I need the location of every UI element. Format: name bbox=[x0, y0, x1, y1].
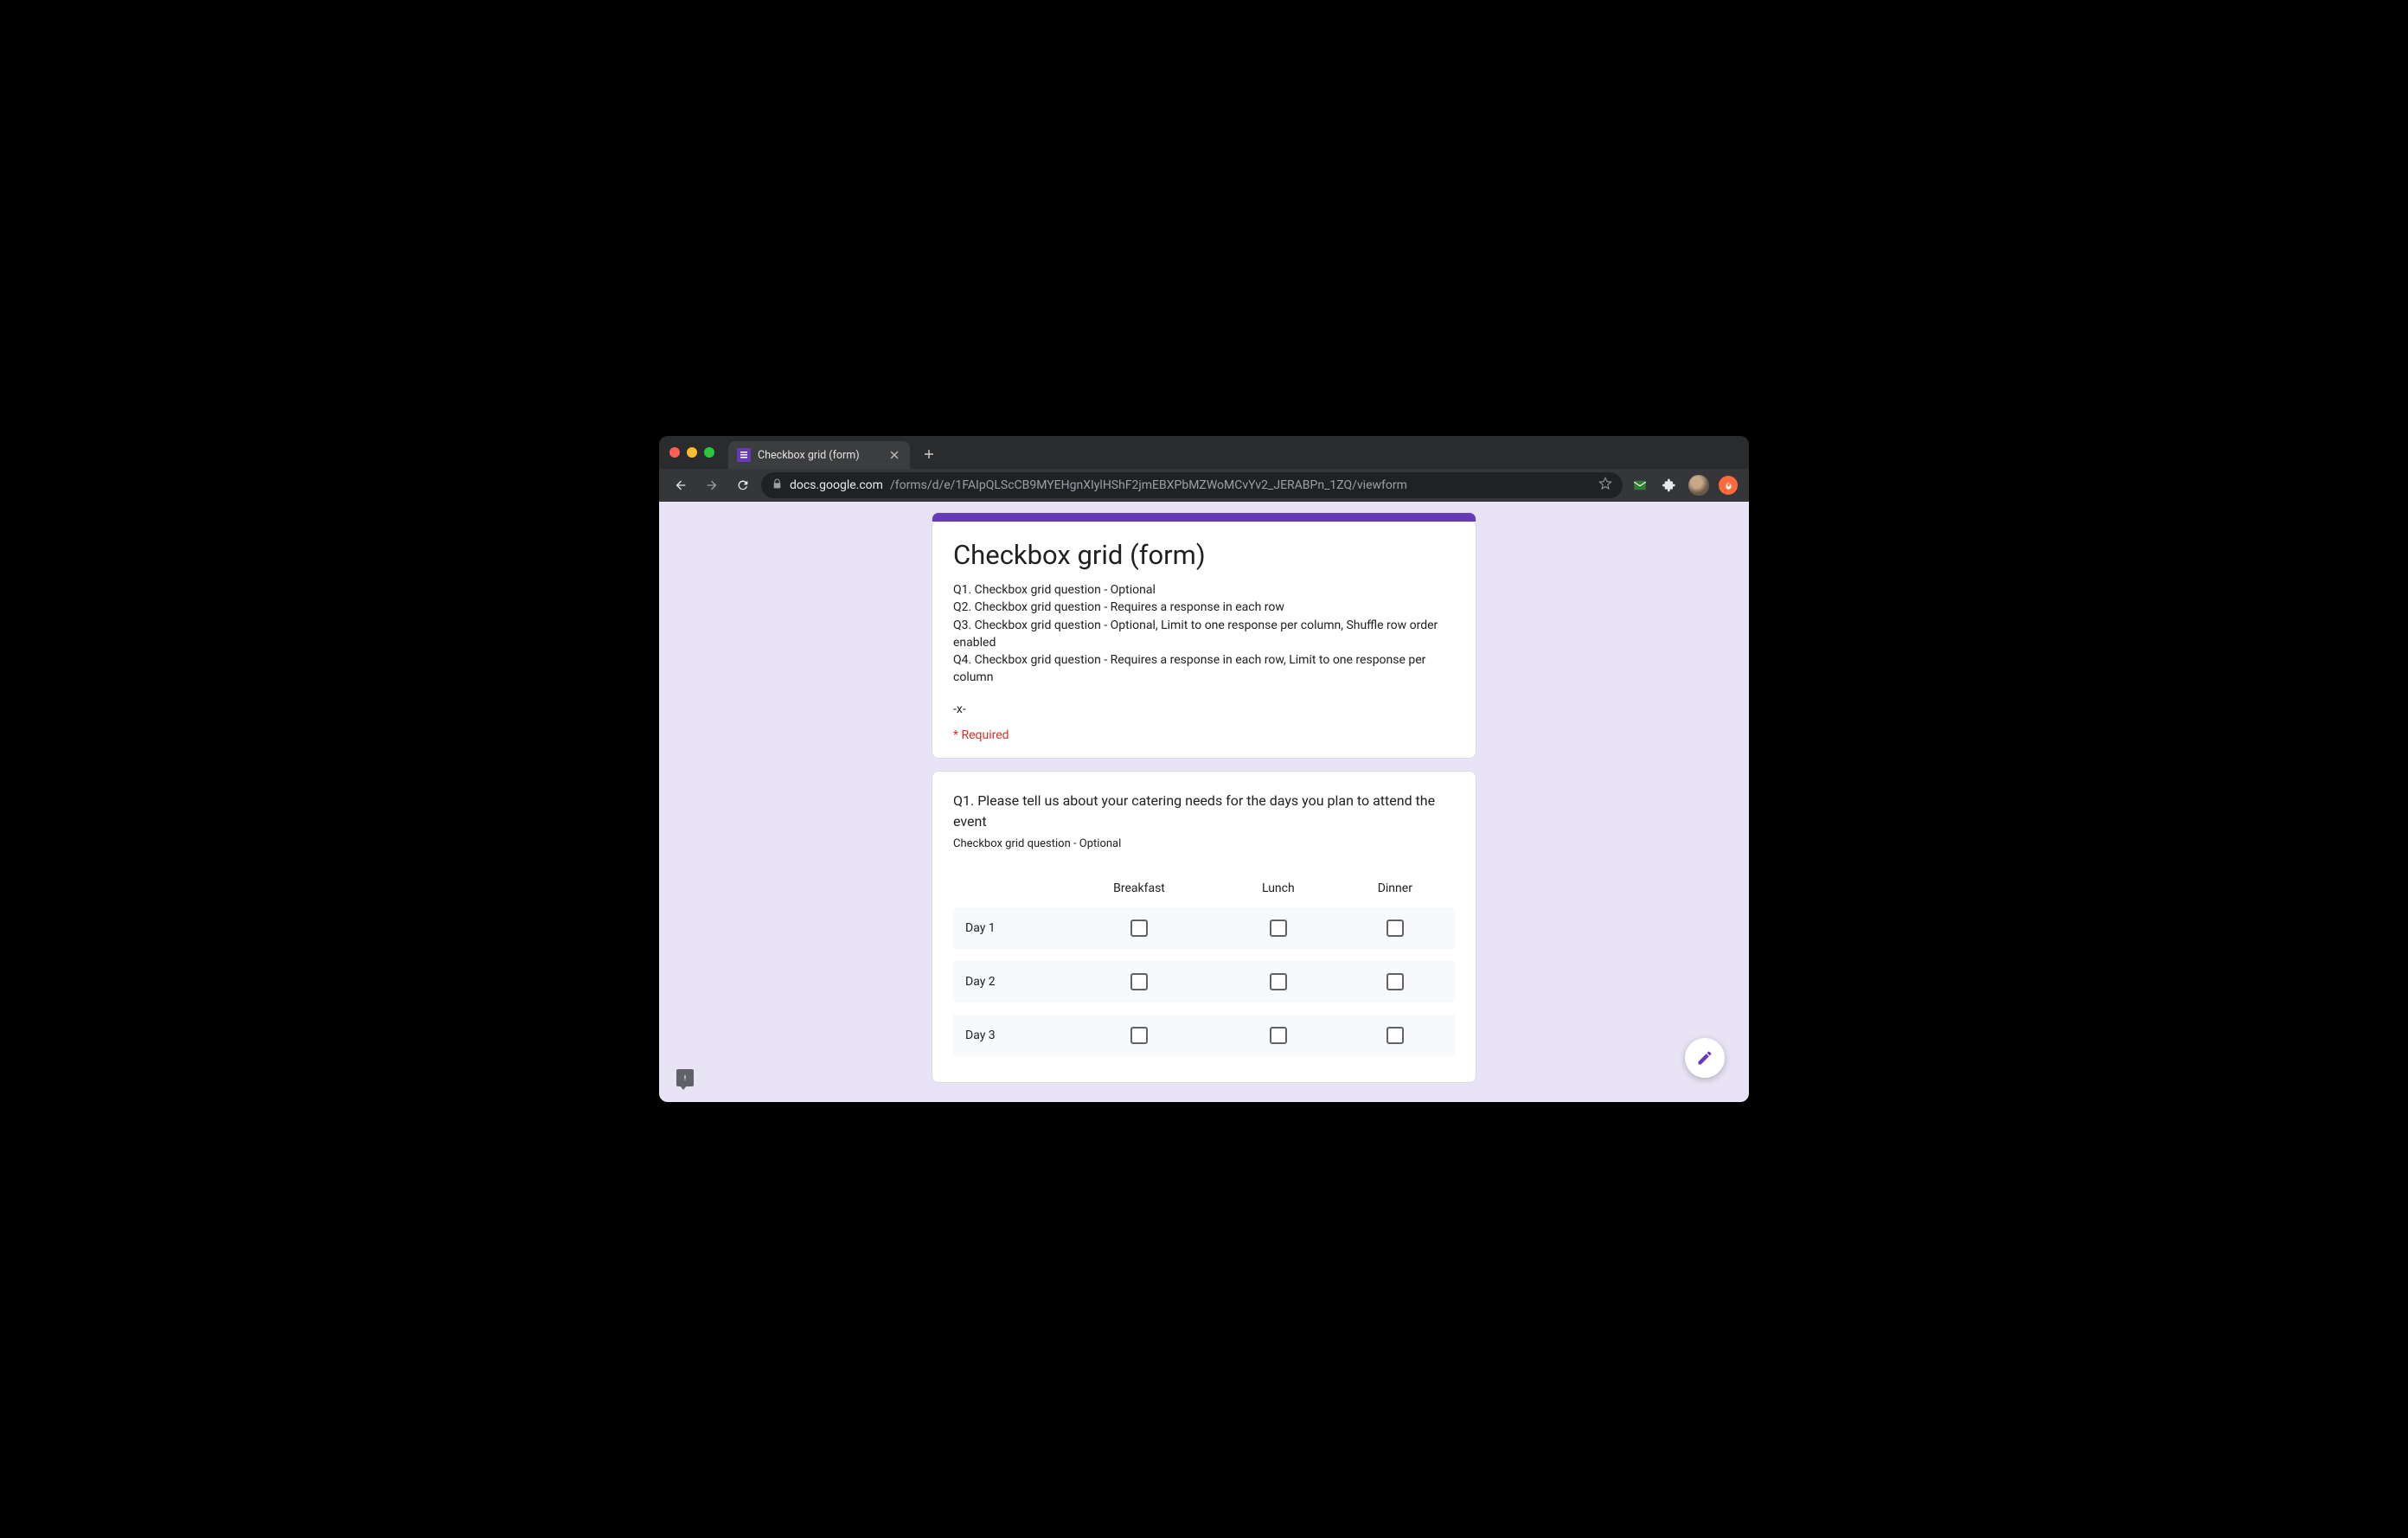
bookmark-star-icon[interactable] bbox=[1598, 477, 1612, 494]
grid-row: Day 2 bbox=[953, 954, 1455, 1003]
checkbox-grid: Breakfast Lunch Dinner Day 1 bbox=[953, 866, 1455, 1061]
question-card: Q1. Please tell us about your catering n… bbox=[932, 771, 1476, 1083]
question-subtitle: Checkbox grid question - Optional bbox=[953, 837, 1455, 850]
description-separator: -x- bbox=[953, 702, 1455, 716]
form-container: Checkbox grid (form) Q1. Checkbox grid q… bbox=[932, 512, 1476, 1083]
maximize-window-icon[interactable] bbox=[704, 447, 714, 458]
desc-line: Q3. Checkbox grid question - Optional, L… bbox=[953, 617, 1455, 652]
forms-favicon-icon bbox=[737, 448, 751, 462]
close-tab-icon[interactable] bbox=[887, 448, 901, 462]
form-title: Checkbox grid (form) bbox=[953, 539, 1455, 571]
close-window-icon[interactable] bbox=[669, 447, 680, 458]
titlebar: Checkbox grid (form) bbox=[659, 436, 1749, 469]
form-accent-bar bbox=[932, 513, 1476, 522]
checkbox[interactable] bbox=[1270, 920, 1287, 937]
page-content[interactable]: Checkbox grid (form) Q1. Checkbox grid q… bbox=[659, 502, 1749, 1102]
question-title: Q1. Please tell us about your catering n… bbox=[953, 791, 1455, 832]
desc-line: Q2. Checkbox grid question - Requires a … bbox=[953, 599, 1455, 616]
checkbox[interactable] bbox=[1270, 973, 1287, 990]
browser-badge[interactable] bbox=[1716, 473, 1740, 497]
form-description: Q1. Checkbox grid question - Optional Q2… bbox=[953, 581, 1455, 687]
profile-avatar[interactable] bbox=[1687, 473, 1711, 497]
grid-row: Day 3 bbox=[953, 1008, 1455, 1056]
required-label: * Required bbox=[953, 728, 1455, 742]
address-bar[interactable]: docs.google.com/forms/d/e/1FAIpQLScCB9MY… bbox=[761, 472, 1623, 498]
column-header: Dinner bbox=[1335, 871, 1455, 902]
browser-tab[interactable]: Checkbox grid (form) bbox=[728, 441, 910, 469]
checkbox[interactable] bbox=[1387, 1027, 1404, 1044]
new-tab-button[interactable] bbox=[917, 442, 941, 466]
row-label: Day 1 bbox=[953, 907, 1057, 949]
row-label: Day 3 bbox=[953, 1008, 1057, 1056]
minimize-window-icon[interactable] bbox=[687, 447, 697, 458]
desc-line: Q4. Checkbox grid question - Requires a … bbox=[953, 651, 1455, 687]
extensions-icon[interactable] bbox=[1657, 473, 1681, 497]
grid-corner bbox=[953, 871, 1057, 902]
checkbox[interactable] bbox=[1387, 973, 1404, 990]
checkbox[interactable] bbox=[1270, 1027, 1287, 1044]
form-header-card: Checkbox grid (form) Q1. Checkbox grid q… bbox=[932, 512, 1476, 759]
edit-form-fab[interactable] bbox=[1685, 1038, 1725, 1078]
column-header: Lunch bbox=[1221, 871, 1335, 902]
reload-button[interactable] bbox=[730, 472, 756, 498]
forward-button[interactable] bbox=[699, 472, 725, 498]
checkbox[interactable] bbox=[1387, 920, 1404, 937]
grid-row: Day 1 bbox=[953, 907, 1455, 949]
pencil-icon bbox=[1696, 1049, 1713, 1067]
url-host: docs.google.com bbox=[790, 478, 883, 492]
tab-title: Checkbox grid (form) bbox=[758, 449, 860, 462]
back-button[interactable] bbox=[668, 472, 694, 498]
avatar-icon bbox=[1688, 475, 1709, 496]
lock-icon bbox=[772, 478, 783, 493]
report-problem-button[interactable] bbox=[676, 1069, 694, 1086]
url-path: /forms/d/e/1FAIpQLScCB9MYEHgnXIylHShF2jm… bbox=[890, 478, 1407, 492]
checkbox[interactable] bbox=[1130, 920, 1148, 937]
browser-window: Checkbox grid (form) docs.google.com/for… bbox=[659, 436, 1749, 1102]
window-controls bbox=[669, 447, 714, 458]
column-header: Breakfast bbox=[1057, 871, 1221, 902]
browser-toolbar: docs.google.com/forms/d/e/1FAIpQLScCB9MY… bbox=[659, 469, 1749, 502]
desc-line: Q1. Checkbox grid question - Optional bbox=[953, 581, 1455, 599]
checkbox[interactable] bbox=[1130, 1027, 1148, 1044]
checkbox[interactable] bbox=[1130, 973, 1148, 990]
flame-icon bbox=[1719, 476, 1738, 495]
mail-extension-icon[interactable] bbox=[1628, 473, 1652, 497]
row-label: Day 2 bbox=[953, 954, 1057, 1003]
